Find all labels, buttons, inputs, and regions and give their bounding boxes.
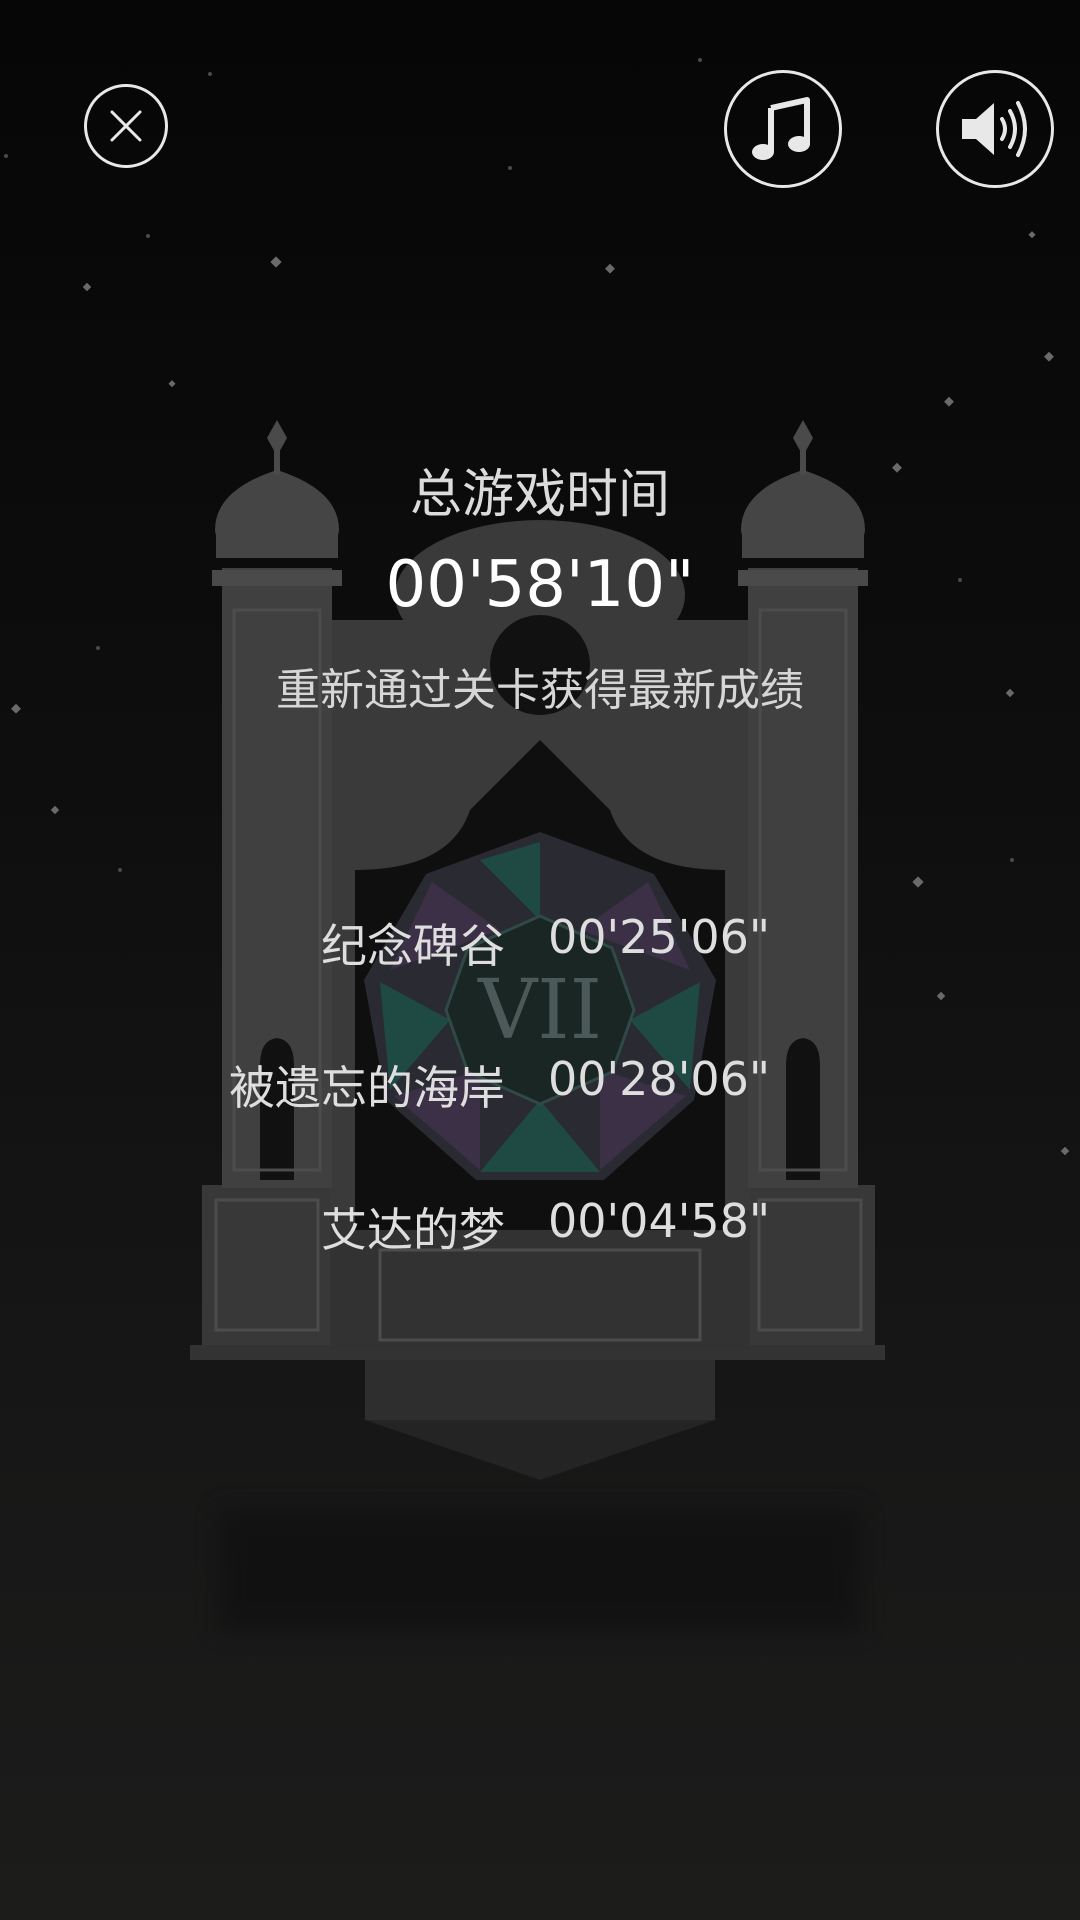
music-toggle-button[interactable] [724,70,842,188]
close-icon [110,110,142,142]
sound-toggle-button[interactable] [936,70,1054,188]
replay-hint: 重新通过关卡获得最新成绩 [276,665,804,716]
level-name: 被遗忘的海岸 [229,1061,505,1115]
game-screen: VII 总游戏时间 00'58'10" 重新通过关卡获得最新成绩 纪念碑谷 00… [0,0,1080,1920]
level-row: 纪念碑谷 00'25'06" [0,910,1080,973]
level-time: 00'28'06" [548,1052,771,1106]
level-time: 00'25'06" [548,910,771,964]
level-time: 00'04'58" [548,1194,771,1248]
music-note-icon [752,97,810,160]
total-time-value: 00'58'10" [385,548,695,622]
level-name: 艾达的梦 [321,1203,505,1257]
speaker-icon [962,101,1027,157]
level-name: 纪念碑谷 [321,919,505,973]
level-row: 艾达的梦 00'04'58" [0,1194,1080,1257]
total-time-label: 总游戏时间 [409,465,670,525]
level-row: 被遗忘的海岸 00'28'06" [0,1052,1080,1115]
close-button[interactable] [84,84,168,168]
monument-numeral: VII [477,963,602,1058]
